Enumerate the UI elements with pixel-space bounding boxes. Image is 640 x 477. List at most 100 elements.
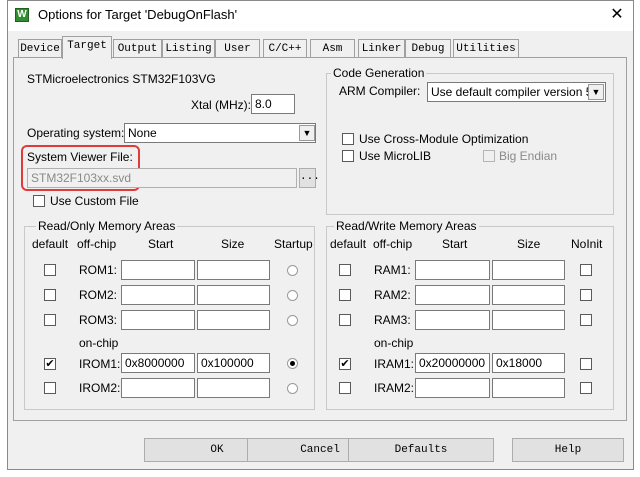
ram3-default-checkbox[interactable] (339, 314, 351, 326)
microlib-label: Use MicroLIB (359, 149, 432, 163)
ro-onchip-label: on-chip (79, 336, 119, 350)
tab-listing[interactable]: Listing (162, 39, 215, 58)
rom1-label: ROM1: (79, 263, 118, 277)
arm-compiler-label: ARM Compiler: (339, 84, 421, 98)
rom2-start-input[interactable] (121, 285, 195, 305)
os-label: Operating system: (27, 126, 125, 140)
ro-header-startup: Startup (274, 237, 313, 251)
tab-utilities[interactable]: Utilities (453, 39, 519, 58)
microlib-checkbox[interactable] (342, 150, 354, 162)
irom2-default-checkbox[interactable] (44, 382, 56, 394)
defaults-button[interactable]: Defaults (348, 438, 494, 462)
tab-debug[interactable]: Debug (405, 39, 451, 58)
rom1-size-input[interactable] (197, 260, 270, 280)
ram1-size-input[interactable] (492, 260, 565, 280)
rom3-start-input[interactable] (121, 310, 195, 330)
code-generation-title: Code Generation (331, 66, 427, 80)
tab-c-cpp[interactable]: C/C++ (263, 39, 307, 58)
chevron-down-icon[interactable]: ▼ (299, 125, 315, 141)
rw-onchip-label: on-chip (374, 336, 414, 350)
rom2-size-input[interactable] (197, 285, 270, 305)
rom3-startup-radio[interactable] (287, 315, 298, 326)
ram1-noinit-checkbox[interactable] (580, 264, 592, 276)
chevron-down-icon[interactable]: ▼ (588, 84, 604, 100)
readwrite-memory-title: Read/Write Memory Areas (334, 219, 479, 233)
ro-header-size: Size (221, 237, 245, 251)
tab-linker[interactable]: Linker (358, 39, 405, 58)
device-name: STMicroelectronics STM32F103VG (27, 72, 216, 86)
readonly-memory-title: Read/Only Memory Areas (36, 219, 178, 233)
tab-output[interactable]: Output (113, 39, 162, 58)
irom1-startup-radio[interactable] (287, 358, 298, 369)
os-select-value: None (128, 126, 157, 140)
ram1-default-checkbox[interactable] (339, 264, 351, 276)
cross-module-checkbox[interactable] (342, 133, 354, 145)
rom1-start-input[interactable] (121, 260, 195, 280)
use-custom-file-checkbox[interactable] (33, 195, 45, 207)
rom2-label: ROM2: (79, 288, 118, 302)
arm-compiler-value: Use default compiler version 5 (431, 85, 593, 99)
window-title: Options for Target 'DebugOnFlash' (38, 7, 238, 22)
ram3-label: RAM3: (374, 313, 411, 327)
iram1-noinit-checkbox[interactable] (580, 358, 592, 370)
arm-compiler-select[interactable]: Use default compiler version 5 (427, 82, 606, 102)
rw-header-start: Start (442, 237, 468, 251)
tab-user[interactable]: User (215, 39, 260, 58)
close-icon[interactable]: ✕ (606, 4, 628, 26)
ram2-start-input[interactable] (415, 285, 490, 305)
ram2-size-input[interactable] (492, 285, 565, 305)
svd-browse-button[interactable]: ... (299, 168, 320, 188)
irom1-size-input[interactable]: 0x100000 (197, 353, 270, 373)
ram2-default-checkbox[interactable] (339, 289, 351, 301)
irom1-start-input[interactable]: 0x8000000 (121, 353, 195, 373)
use-custom-file-label: Use Custom File (50, 194, 139, 208)
ram2-noinit-checkbox[interactable] (580, 289, 592, 301)
rom1-default-checkbox[interactable] (44, 264, 56, 276)
ram3-start-input[interactable] (415, 310, 490, 330)
rom2-default-checkbox[interactable] (44, 289, 56, 301)
os-select[interactable]: None (124, 123, 316, 143)
ro-header-default: default (32, 237, 69, 251)
svd-file-field: STM32F103xx.svd (27, 168, 297, 188)
ro-header-offchip: off-chip (77, 237, 117, 251)
app-icon: W (15, 8, 29, 22)
rw-header-size: Size (517, 237, 541, 251)
irom2-label: IROM2: (79, 381, 121, 395)
irom1-default-checkbox[interactable]: ✔ (44, 358, 56, 370)
ram1-label: RAM1: (374, 263, 411, 277)
tab-asm[interactable]: Asm (310, 39, 355, 58)
big-endian-checkbox (483, 150, 495, 162)
ram3-noinit-checkbox[interactable] (580, 314, 592, 326)
ram2-label: RAM2: (374, 288, 411, 302)
ram3-size-input[interactable] (492, 310, 565, 330)
iram1-default-checkbox[interactable]: ✔ (339, 358, 351, 370)
rom2-startup-radio[interactable] (287, 290, 298, 301)
big-endian-label: Big Endian (499, 149, 558, 163)
irom1-label: IROM1: (79, 357, 121, 371)
iram2-label: IRAM2: (374, 381, 415, 395)
iram2-size-input[interactable] (492, 378, 565, 398)
iram1-start-input[interactable]: 0x20000000 (415, 353, 490, 373)
iram2-noinit-checkbox[interactable] (580, 382, 592, 394)
rom3-default-checkbox[interactable] (44, 314, 56, 326)
ram1-start-input[interactable] (415, 260, 490, 280)
irom2-size-input[interactable] (197, 378, 270, 398)
rom3-label: ROM3: (79, 313, 118, 327)
ro-header-start: Start (148, 237, 174, 251)
help-button[interactable]: Help (512, 438, 624, 462)
iram2-start-input[interactable] (415, 378, 490, 398)
rw-header-noinit: NoInit (571, 237, 603, 251)
irom2-start-input[interactable] (121, 378, 195, 398)
tab-device[interactable]: Device (18, 39, 62, 58)
rom1-startup-radio[interactable] (287, 265, 298, 276)
irom2-startup-radio[interactable] (287, 383, 298, 394)
iram1-label: IRAM1: (374, 357, 415, 371)
xtal-input[interactable]: 8.0 (251, 94, 295, 114)
iram1-size-input[interactable]: 0x18000 (492, 353, 565, 373)
xtal-label: Xtal (MHz): (191, 98, 251, 112)
svd-label: System Viewer File: (27, 150, 133, 164)
tab-target[interactable]: Target (62, 36, 112, 59)
cross-module-label: Use Cross-Module Optimization (359, 132, 529, 146)
rom3-size-input[interactable] (197, 310, 270, 330)
iram2-default-checkbox[interactable] (339, 382, 351, 394)
